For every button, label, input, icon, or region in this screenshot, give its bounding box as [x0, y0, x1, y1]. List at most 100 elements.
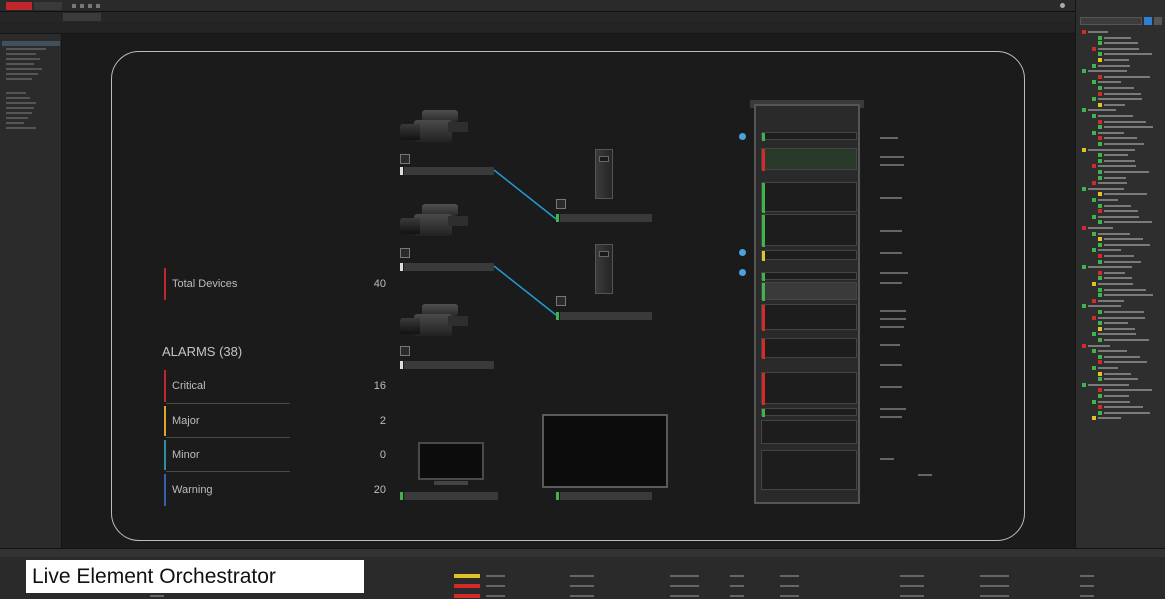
- tree-item[interactable]: [1104, 120, 1146, 123]
- tree-item[interactable]: [1104, 193, 1147, 196]
- sidebar-item[interactable]: [2, 41, 60, 46]
- ccu-1-label[interactable]: [560, 214, 652, 222]
- device-type-icon[interactable]: [400, 346, 410, 356]
- tree-search-input[interactable]: [1080, 17, 1142, 25]
- rack-unit[interactable]: [761, 304, 857, 331]
- tree-item[interactable]: [1104, 103, 1125, 106]
- tree-item[interactable]: [1088, 383, 1129, 386]
- tree-item[interactable]: [1104, 243, 1150, 246]
- tree-item[interactable]: [1098, 115, 1133, 117]
- tree-item[interactable]: [1104, 389, 1152, 392]
- sidebar-item[interactable]: [6, 73, 38, 75]
- tree-item[interactable]: [1104, 288, 1146, 291]
- tree-item[interactable]: [1104, 378, 1138, 381]
- tree-item[interactable]: [1098, 165, 1136, 168]
- tree-item[interactable]: [1088, 148, 1135, 151]
- nav-icon[interactable]: [96, 4, 100, 8]
- monitor-large[interactable]: [542, 414, 668, 488]
- tree-item[interactable]: [1104, 372, 1131, 375]
- tree-item[interactable]: [1098, 232, 1130, 235]
- device-type-icon[interactable]: [400, 248, 410, 258]
- tree-item[interactable]: [1104, 311, 1144, 313]
- tree-item[interactable]: [1104, 92, 1141, 95]
- tree-item[interactable]: [1104, 126, 1153, 129]
- tree-item[interactable]: [1104, 204, 1131, 207]
- device-type-icon[interactable]: [400, 154, 410, 164]
- tree-item[interactable]: [1104, 271, 1125, 274]
- nav-icon[interactable]: [88, 4, 92, 8]
- tree-item[interactable]: [1088, 70, 1127, 73]
- tree-item[interactable]: [1104, 154, 1128, 157]
- tree-item[interactable]: [1098, 316, 1145, 319]
- tree-item[interactable]: [1104, 210, 1138, 213]
- tree-item[interactable]: [1098, 350, 1127, 353]
- tree-item[interactable]: [1098, 131, 1124, 134]
- tree-item[interactable]: [1104, 260, 1141, 263]
- sidebar-item[interactable]: [6, 97, 30, 99]
- tree-item[interactable]: [1104, 322, 1128, 325]
- camera-3[interactable]: [400, 304, 470, 344]
- sidebar-item[interactable]: [6, 53, 36, 55]
- monitor-large-label[interactable]: [560, 492, 652, 500]
- rack-unit[interactable]: [761, 450, 857, 490]
- tree-item[interactable]: [1098, 249, 1121, 252]
- rack-unit[interactable]: [761, 272, 857, 281]
- tree-item[interactable]: [1104, 294, 1153, 297]
- tree-item[interactable]: [1104, 238, 1143, 241]
- tree-item[interactable]: [1104, 406, 1143, 409]
- connection-point[interactable]: [739, 269, 746, 276]
- ccu-2[interactable]: [595, 244, 613, 294]
- tree-item[interactable]: [1098, 333, 1136, 336]
- tree-item[interactable]: [1088, 31, 1108, 33]
- nav-icon[interactable]: [72, 4, 76, 8]
- sidebar-item[interactable]: [6, 78, 32, 80]
- tree-item[interactable]: [1104, 137, 1137, 140]
- tree-item[interactable]: [1104, 87, 1134, 89]
- rack-unit[interactable]: [761, 182, 857, 213]
- tree-item[interactable]: [1098, 81, 1121, 84]
- rack-unit[interactable]: [761, 372, 857, 405]
- sidebar-item[interactable]: [6, 58, 40, 60]
- tree-item[interactable]: [1104, 327, 1135, 330]
- tree-item[interactable]: [1098, 299, 1124, 302]
- rack-unit[interactable]: [761, 214, 857, 247]
- tree-item[interactable]: [1104, 277, 1132, 280]
- tree-item[interactable]: [1104, 59, 1129, 61]
- tree-item[interactable]: [1104, 395, 1129, 397]
- tree-item[interactable]: [1104, 42, 1138, 45]
- sidebar-item[interactable]: [6, 112, 32, 114]
- sidebar-item[interactable]: [6, 68, 42, 70]
- equipment-rack[interactable]: [754, 104, 860, 504]
- connection-point[interactable]: [739, 133, 746, 140]
- tree-item[interactable]: [1104, 255, 1134, 257]
- tree-item[interactable]: [1104, 75, 1150, 78]
- tree-item[interactable]: [1098, 367, 1118, 369]
- tree-item[interactable]: [1088, 344, 1110, 347]
- rack-unit[interactable]: [761, 250, 857, 261]
- tree-item[interactable]: [1104, 143, 1144, 145]
- rack-unit[interactable]: [761, 408, 857, 417]
- sidebar-item[interactable]: [6, 92, 26, 94]
- sidebar-item[interactable]: [6, 63, 34, 65]
- sidebar-item[interactable]: [6, 102, 36, 104]
- filter-button[interactable]: [1144, 17, 1152, 25]
- camera-2-label[interactable]: [404, 263, 494, 271]
- tree-item[interactable]: [1098, 199, 1118, 201]
- tree-item[interactable]: [1088, 187, 1124, 190]
- tree-item[interactable]: [1104, 53, 1152, 56]
- rack-unit[interactable]: [761, 282, 857, 301]
- tree-item[interactable]: [1088, 109, 1116, 112]
- tree-item[interactable]: [1098, 64, 1130, 67]
- sidebar-item[interactable]: [6, 117, 28, 119]
- tree-item[interactable]: [1104, 36, 1131, 39]
- user-avatar-icon[interactable]: [1060, 3, 1065, 8]
- tree-item[interactable]: [1098, 283, 1133, 285]
- tree-item[interactable]: [1104, 411, 1150, 414]
- tree-item[interactable]: [1098, 400, 1130, 403]
- tree-item[interactable]: [1088, 305, 1121, 308]
- tree-item[interactable]: [1088, 266, 1132, 269]
- tree-item[interactable]: [1104, 339, 1149, 341]
- camera-3-label[interactable]: [404, 361, 494, 369]
- tree-item[interactable]: [1104, 221, 1152, 224]
- tree-item[interactable]: [1098, 47, 1139, 50]
